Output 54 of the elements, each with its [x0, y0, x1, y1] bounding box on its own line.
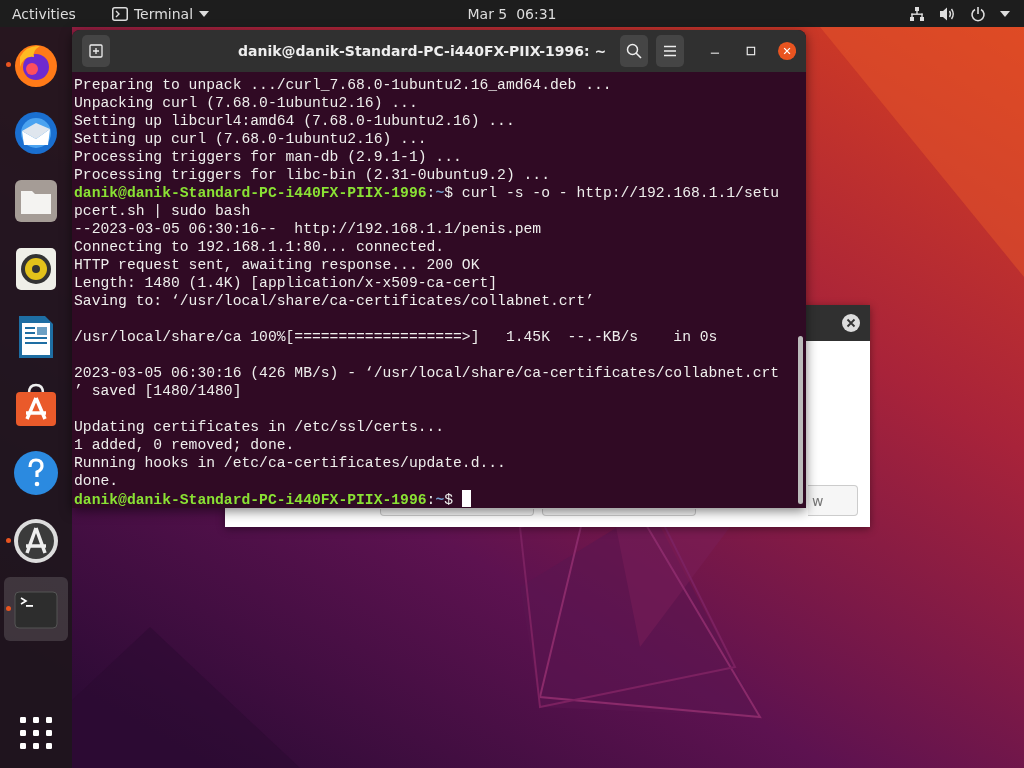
app-grid-icon[interactable]	[19, 716, 53, 750]
prompt-separator: :	[426, 492, 436, 508]
updater-icon[interactable]	[12, 517, 60, 565]
terminal-line: Saving to: ‘/usr/local/share/ca-certificates/collabnet.crt’	[74, 293, 595, 309]
terminal-line: Setting up curl (7.68.0-1ubuntu2.16) ...	[74, 131, 427, 147]
prompt-user-host: danik@danik-Standard-PC-i440FX-PIIX-1996	[74, 185, 427, 201]
close-icon[interactable]	[841, 313, 861, 333]
terminal-line: Unpacking curl (7.68.0-1ubuntu2.16) ...	[74, 95, 418, 111]
menu-button[interactable]	[656, 35, 685, 67]
command-text: curl -s -o - http://192.168.1.1/setu	[461, 185, 780, 201]
caret-icon[interactable]	[1000, 10, 1010, 17]
search-button[interactable]	[620, 35, 649, 67]
terminal-line: ’ saved [1480/1480]	[74, 383, 242, 399]
search-icon	[626, 43, 643, 59]
scrollbar[interactable]	[798, 336, 803, 504]
terminal-line: Connecting to 192.168.1.1:80... connected.	[74, 239, 445, 255]
close-icon[interactable]	[777, 40, 796, 62]
prompt-symbol: $	[444, 492, 454, 508]
terminal-line: /usr/local/share/ca 100%[===================>] 1.45K --.-KB/s in 0s	[74, 329, 718, 345]
activities-button[interactable]: Activities	[12, 5, 76, 22]
terminal-line: Updating certificates in /etc/ssl/certs...	[74, 419, 445, 435]
caret-icon	[199, 10, 210, 17]
power-icon[interactable]	[970, 5, 986, 22]
add-tab-icon	[88, 44, 103, 58]
terminal-line: pcert.sh | sudo bash	[74, 203, 251, 219]
terminal-line: 2023-03-05 06:30:16 (426 MB/s) - ‘/usr/local/share/ca-certificates/collabnet.crt	[74, 365, 780, 381]
folder-icon[interactable]	[12, 177, 60, 225]
window-title: danik@danik-Standard-PC-i440FX-PIIX-1996: ~	[237, 43, 607, 59]
prompt-path: ~	[435, 185, 445, 201]
prompt-separator: :	[426, 185, 436, 201]
terminal-icon	[111, 6, 128, 21]
mail-icon[interactable]	[12, 109, 60, 157]
menu-icon	[663, 45, 678, 57]
terminal-line: Running hooks in /etc/ca-certificates/update.d...	[74, 455, 506, 471]
volume-icon[interactable]	[939, 5, 956, 22]
terminal-line: --2023-03-05 06:30:16-- http://192.168.1.1/penis.pem	[74, 221, 542, 237]
terminal-line: done.	[74, 473, 119, 489]
terminal-line: HTTP request sent, awaiting response... 200 OK	[74, 257, 480, 273]
prompt-symbol: $	[444, 185, 454, 201]
dialog-button[interactable]: w	[808, 485, 858, 516]
prompt-path: ~	[435, 492, 445, 508]
terminal-line: 1 added, 0 removed; done.	[74, 437, 295, 453]
new-tab-button[interactable]	[82, 35, 110, 67]
terminal-line: Processing triggers for man-db (2.9.1-1) ...	[74, 149, 462, 165]
clock[interactable]: Mar 5 06:31	[467, 5, 557, 22]
terminal-line: Processing triggers for libc-bin (2.31-0ubuntu9.2) ...	[74, 167, 550, 183]
terminal-line: Preparing to unpack .../curl_7.68.0-1ubuntu2.16_amd64.deb ...	[74, 77, 612, 93]
help-icon[interactable]	[12, 449, 60, 497]
network-icon[interactable]	[909, 5, 925, 22]
terminal-line: Length: 1480 (1.4K) [application/x-x509-ca-cert]	[74, 275, 498, 291]
maximize-icon[interactable]	[746, 45, 756, 57]
terminal-line: Setting up libcurl4:amd64 (7.68.0-1ubuntu2.16) ...	[74, 113, 515, 129]
prompt-user-host: danik@danik-Standard-PC-i440FX-PIIX-1996	[74, 492, 427, 508]
app-menu[interactable]: Terminal	[133, 5, 194, 22]
